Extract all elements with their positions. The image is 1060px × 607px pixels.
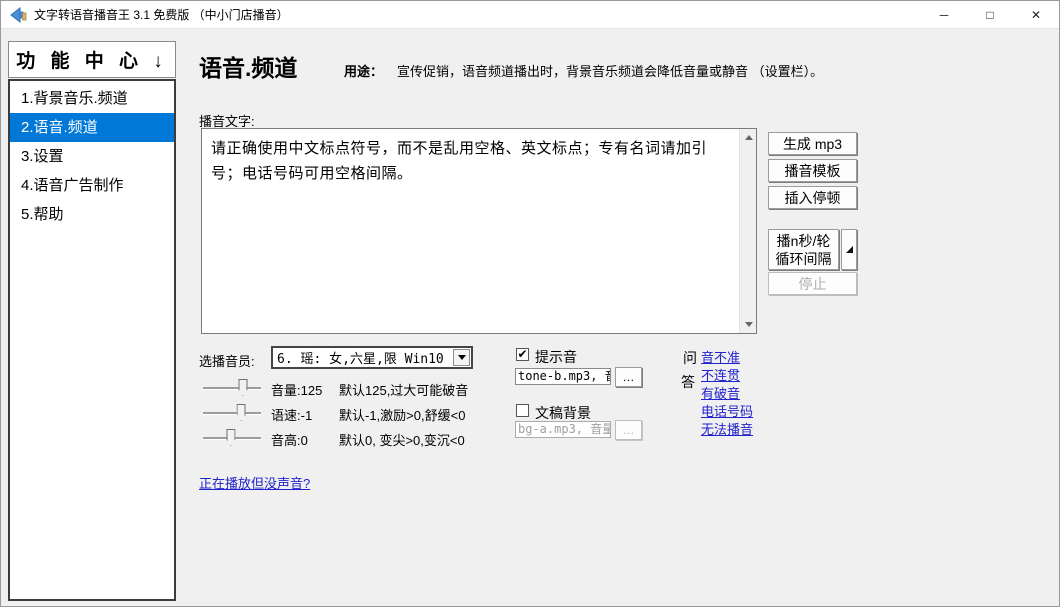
tone-checkbox[interactable] (516, 348, 529, 361)
loop-dropdown-button[interactable] (841, 229, 857, 270)
scroll-down-icon[interactable] (740, 316, 757, 333)
volume-hint: 默认125,过大可能破音 (339, 380, 468, 399)
sidebar-item-help[interactable]: 5.帮助 (10, 200, 174, 229)
voice-select-dropdown[interactable]: 6. 瑶: 女,六星,限 Win10 (271, 346, 473, 369)
speed-value-label: 语速:-1 (271, 405, 312, 424)
pitch-value-label: 音高:0 (271, 430, 308, 449)
page-title: 语音.频道 (199, 49, 297, 83)
faq-link-phone-number[interactable]: 电话号码 (701, 401, 753, 420)
voice-select-label: 选播音员: (199, 351, 255, 370)
broadcast-text-input[interactable]: 请正确使用中文标点符号，而不是乱用空格、英文标点；专有名词请加引号；电话号码可用… (202, 129, 739, 333)
app-window: 文字转语音播音王 3.1 免费版 （中小门店播音） ─ □ ✕ 功 能 中 心 … (0, 0, 1060, 607)
minimize-button[interactable]: ─ (921, 1, 967, 28)
close-button[interactable]: ✕ (1013, 1, 1059, 28)
broadcast-text-editor: 请正确使用中文标点符号，而不是乱用空格、英文标点；专有名词请加引号；电话号码可用… (201, 128, 757, 334)
volume-slider-thumb[interactable] (239, 379, 248, 396)
speed-slider[interactable] (203, 412, 261, 414)
title-bar: 文字转语音播音王 3.1 免费版 （中小门店播音） ─ □ ✕ (1, 1, 1059, 29)
loop-dropdown-arrow-icon (846, 246, 853, 253)
play-loop-split-button: 播n秒/轮 循环间隔 (768, 229, 857, 270)
sidebar-item-voice-channel[interactable]: 2.语音.频道 (10, 113, 174, 142)
usage-label: 用途： (344, 64, 383, 79)
editor-scrollbar[interactable] (739, 129, 756, 333)
voice-selected-value: 6. 瑶: 女,六星,限 Win10 (273, 348, 453, 367)
doc-bg-file-input[interactable]: bg-a.mp3, 音量 (515, 421, 611, 438)
generate-mp3-button[interactable]: 生成 mp3 (768, 132, 857, 155)
sidebar-header-function-center[interactable]: 功 能 中 心 ↓ (8, 41, 176, 78)
doc-bg-browse-button[interactable]: … (615, 420, 642, 440)
window-controls: ─ □ ✕ (921, 1, 1059, 28)
doc-bg-checkbox-label: 文稿背景 (535, 403, 591, 423)
chevron-down-icon (458, 355, 466, 360)
pitch-hint: 默认0, 变尖>0,变沉<0 (339, 430, 465, 449)
playing-but-no-sound-link[interactable]: 正在播放但没声音? (199, 473, 310, 492)
stop-button[interactable]: 停止 (768, 272, 857, 295)
doc-bg-checkbox[interactable] (516, 404, 529, 417)
volume-slider[interactable] (203, 387, 261, 389)
tone-file-input[interactable]: tone-b.mp3, 音 (515, 368, 611, 385)
pitch-slider-thumb[interactable] (226, 429, 235, 446)
tone-checkbox-label: 提示音 (535, 347, 577, 367)
voice-dropdown-button[interactable] (453, 349, 470, 366)
faq-link-not-fluent[interactable]: 不连贯 (701, 365, 740, 384)
usage-note: 用途： 宣传促销，语音频道播出时，背景音乐频道会降低音量或静音 （设置栏）。 (344, 61, 823, 80)
sidebar-item-voice-ad-making[interactable]: 4.语音广告制作 (10, 171, 174, 200)
scroll-up-icon[interactable] (740, 129, 757, 146)
usage-text: 宣传促销，语音频道播出时，背景音乐频道会降低音量或静音 （设置栏）。 (397, 64, 823, 79)
speed-slider-thumb[interactable] (237, 404, 246, 421)
answer-label: 答 (681, 372, 695, 392)
sidebar-item-settings[interactable]: 3.设置 (10, 142, 174, 171)
tone-browse-button[interactable]: … (615, 367, 642, 387)
faq-link-broken-sound[interactable]: 有破音 (701, 383, 740, 402)
maximize-button[interactable]: □ (967, 1, 1013, 28)
window-title: 文字转语音播音王 3.1 免费版 （中小门店播音） (34, 6, 289, 23)
sidebar-item-background-music-channel[interactable]: 1.背景音乐.频道 (10, 84, 174, 113)
insert-pause-button[interactable]: 插入停顿 (768, 186, 857, 209)
faq-link-cannot-play[interactable]: 无法播音 (701, 419, 753, 438)
broadcast-template-button[interactable]: 播音模板 (768, 159, 857, 182)
app-logo-megaphone-icon (10, 7, 27, 23)
faq-link-inaccurate-sound[interactable]: 音不准 (701, 347, 740, 366)
speed-hint: 默认-1,激励>0,舒缓<0 (339, 405, 465, 424)
question-label: 问 (683, 348, 697, 368)
play-n-seconds-loop-button[interactable]: 播n秒/轮 循环间隔 (768, 229, 839, 270)
sidebar-nav: 1.背景音乐.频道 2.语音.频道 3.设置 4.语音广告制作 5.帮助 (8, 79, 176, 601)
pitch-slider[interactable] (203, 437, 261, 439)
volume-value-label: 音量:125 (271, 380, 322, 399)
